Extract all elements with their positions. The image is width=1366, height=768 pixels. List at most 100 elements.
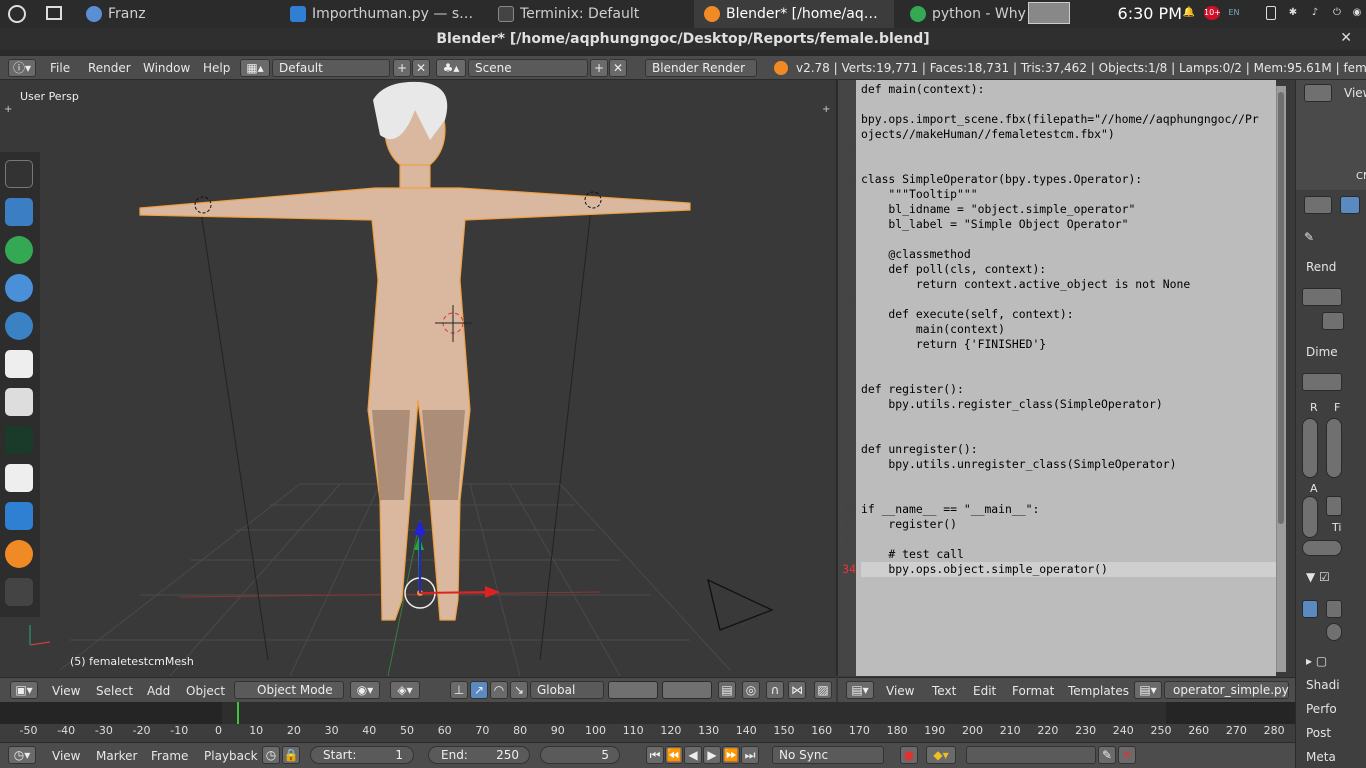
taskbar-tab-terminix[interactable]: Terminix: Default <box>498 0 688 28</box>
scene-field[interactable]: Scene <box>468 59 588 77</box>
aa-filter-field[interactable] <box>1326 600 1342 618</box>
code-line[interactable]: def poll(cls, context): <box>861 262 1276 277</box>
code-line[interactable]: bpy.utils.register_class(SimpleOperator) <box>861 397 1276 412</box>
code-line[interactable] <box>861 367 1276 382</box>
transform-orientation-select[interactable]: Global <box>530 681 604 699</box>
menu-window[interactable]: Window <box>143 61 190 75</box>
outliner-type-icon[interactable] <box>1304 84 1332 102</box>
user-icon[interactable]: ◉ <box>1350 6 1364 20</box>
text-menu-format[interactable]: Format <box>1012 684 1054 698</box>
bell-icon[interactable]: 🔔 <box>1182 6 1196 20</box>
editor-type-3dview-icon[interactable]: ▣▾ <box>10 681 38 699</box>
remove-scene-icon[interactable]: ✕ <box>609 59 627 77</box>
jump-keyframe-forward-icon[interactable]: ⏩ <box>722 746 740 764</box>
auto-keying-icon[interactable]: ● <box>900 746 918 764</box>
antialias-checkbox[interactable]: ▼ ☑ <box>1306 570 1330 584</box>
text-browse-icon[interactable]: ▤▾ <box>1134 681 1162 699</box>
files-app-icon[interactable] <box>5 198 33 226</box>
timeline-menu-playback[interactable]: Playback <box>204 749 258 763</box>
code-line[interactable]: ojects//makeHuman//femaletestcm.fbx") <box>861 127 1276 142</box>
rotate-manipulator-icon[interactable]: ◠ <box>490 681 508 699</box>
properties-toggle-icon[interactable]: + <box>822 104 830 115</box>
window-thumbnail[interactable] <box>1028 2 1070 24</box>
vscode-app-icon[interactable] <box>5 502 33 530</box>
code-line[interactable] <box>861 292 1276 307</box>
layers-group-2[interactable] <box>662 681 712 699</box>
editor-scroll-thumb[interactable] <box>1278 92 1284 524</box>
section-sampled-motion[interactable]: ▸ ▢ <box>1306 654 1327 668</box>
aa-samples-field[interactable] <box>1302 600 1318 618</box>
lock-layers-icon[interactable]: ▤ <box>718 681 736 699</box>
code-line[interactable]: return {'FINISHED'} <box>861 337 1276 352</box>
editor-type-info-icon[interactable]: ⓘ▾ <box>8 59 36 77</box>
taskbar-tab-vscode[interactable]: Importhuman.py — s… <box>290 0 480 28</box>
properties-panel[interactable]: View CM ✎ Rend Dime R F A Ti ▼ ☑ ▸ ▢ Sha… <box>1295 80 1366 768</box>
timeline-menu-view[interactable]: View <box>52 749 80 763</box>
lock-range-icon[interactable]: 🔒 <box>282 746 300 764</box>
code-line[interactable]: def unregister(): <box>861 442 1276 457</box>
snap-element-icon[interactable]: ⋈ <box>788 681 806 699</box>
chrome-app-icon[interactable] <box>5 236 33 264</box>
code-line[interactable]: bpy.utils.unregister_class(SimpleOperato… <box>861 457 1276 472</box>
code-line[interactable]: # test call <box>861 547 1276 562</box>
keyboard-layout-icon[interactable]: EN <box>1226 6 1242 20</box>
settings-app-icon[interactable] <box>5 388 33 416</box>
system-monitor-icon[interactable] <box>5 426 33 454</box>
text-menu-templates[interactable]: Templates <box>1068 684 1129 698</box>
window-app-icon[interactable] <box>5 464 33 492</box>
presets-button[interactable] <box>1302 373 1342 391</box>
sync-mode-select[interactable]: No Sync <box>772 746 884 764</box>
editor-type-timeline-icon[interactable]: ◷▾ <box>8 746 36 764</box>
code-line[interactable] <box>861 427 1276 442</box>
text-editor[interactable]: def main(context): bpy.ops.import_scene.f… <box>856 80 1276 676</box>
music-app-icon[interactable] <box>5 350 33 378</box>
pivot-point-icon[interactable]: ◈▾ <box>390 681 420 699</box>
current-frame-field[interactable]: 5 <box>540 746 620 764</box>
code-line[interactable]: bpy.ops.import_scene.fbx(filepath="//hom… <box>861 112 1276 127</box>
battery-icon[interactable] <box>1266 6 1276 20</box>
code-line[interactable]: def execute(self, context): <box>861 307 1276 322</box>
taskbar-tab-franz[interactable]: Franz <box>86 0 266 28</box>
notification-icon[interactable]: 10+ <box>1204 6 1221 20</box>
menu-file[interactable]: File <box>50 61 70 75</box>
insert-keyframe-icon[interactable]: ✎ <box>1098 746 1116 764</box>
3d-viewport[interactable]: User Persp (5) femaletestcmMesh + + <box>0 80 836 676</box>
clock[interactable]: 6:30 PM <box>1118 4 1182 23</box>
menu-help[interactable]: Help <box>203 61 230 75</box>
power-icon[interactable]: ⏻ <box>1330 6 1344 20</box>
manipulator-toggle-icon[interactable]: ⊥ <box>450 681 468 699</box>
code-line[interactable] <box>861 157 1276 172</box>
code-line[interactable]: @classmethod <box>861 247 1276 262</box>
resolution-x-field[interactable] <box>1302 418 1318 478</box>
pin-icon[interactable]: ✎ <box>1304 230 1314 244</box>
show-desktop-icon[interactable] <box>46 6 62 20</box>
translate-manipulator-icon[interactable]: ↗ <box>470 681 488 699</box>
toolshelf-toggle-icon[interactable]: + <box>4 104 12 115</box>
taskbar-tab-chrome[interactable]: python - Why <box>910 0 1028 28</box>
mode-select[interactable]: Object Mode <box>234 681 344 699</box>
active-keying-set-field[interactable] <box>966 746 1096 764</box>
volume-icon[interactable]: ♪ <box>1308 6 1322 20</box>
taskbar-tab-blender[interactable]: Blender* [/home/aq… <box>694 0 894 28</box>
chromium-app-icon[interactable] <box>5 274 33 302</box>
viewport-menu-select[interactable]: Select <box>96 684 133 698</box>
jump-keyframe-back-icon[interactable]: ⏪ <box>665 746 683 764</box>
code-line[interactable] <box>861 352 1276 367</box>
play-reverse-icon[interactable]: ◀ <box>684 746 702 764</box>
code-line[interactable]: if __name__ == "__main__": <box>861 502 1276 517</box>
layers-group-1[interactable] <box>608 681 658 699</box>
code-line[interactable] <box>861 577 1276 592</box>
text-filename-field[interactable]: operator_simple.py <box>1164 681 1289 699</box>
blender-app-icon[interactable] <box>5 540 33 568</box>
bluetooth-icon[interactable]: ✱ <box>1286 6 1300 20</box>
viewport-canvas[interactable] <box>0 80 836 676</box>
code-line[interactable]: bl_label = "Simple Object Operator" <box>861 217 1276 232</box>
apps-grid-icon[interactable] <box>5 312 33 340</box>
jump-end-icon[interactable]: ⏭ <box>741 746 759 764</box>
code-line[interactable] <box>861 412 1276 427</box>
keying-set-icon[interactable]: ◆▾ <box>926 746 956 764</box>
preview-range-icon[interactable]: ◷ <box>262 746 280 764</box>
frame-step-field[interactable] <box>1326 496 1342 516</box>
code-line[interactable]: bpy.ops.object.simple_operator() <box>861 562 1276 577</box>
text-menu-edit[interactable]: Edit <box>973 684 996 698</box>
